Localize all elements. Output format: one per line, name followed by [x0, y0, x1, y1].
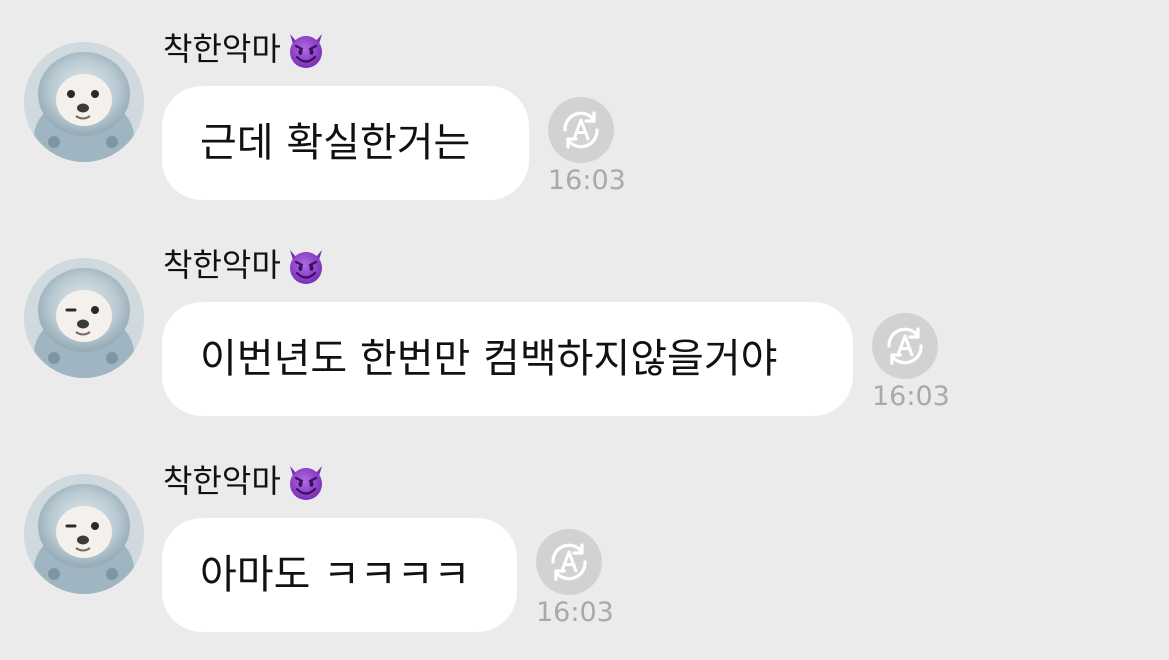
- chat-window: { "messages": [ { "sender": "착한악마", "sen…: [0, 0, 1169, 660]
- message-bubble[interactable]: 근데 확실한거는: [162, 86, 529, 200]
- avatar[interactable]: [24, 42, 144, 162]
- sender-name: 착한악마: [163, 246, 281, 284]
- auto-translate-icon: [536, 529, 602, 595]
- avatar[interactable]: [24, 474, 144, 594]
- auto-translate-button[interactable]: [548, 97, 614, 163]
- message-row: 착한악마 이번년도 한번만 컴백하지않을거야 16:03: [0, 216, 1169, 432]
- message-bubble[interactable]: 아마도 ㅋㅋㅋㅋ: [162, 518, 517, 632]
- dog-photo-icon: [24, 474, 144, 594]
- auto-translate-button[interactable]: [872, 313, 938, 379]
- auto-translate-button[interactable]: [536, 529, 602, 595]
- dog-photo-icon: [24, 42, 144, 162]
- message-time: 16:03: [872, 381, 950, 412]
- message-row: 착한악마 근데 확실한거는 16:03: [0, 0, 1169, 216]
- message-text: 근데 확실한거는: [200, 120, 471, 166]
- sender: 착한악마: [163, 26, 327, 72]
- message-text: 이번년도 한번만 컴백하지않을거야: [200, 336, 778, 382]
- avatar[interactable]: [24, 258, 144, 378]
- auto-translate-icon: [872, 313, 938, 379]
- message-text: 아마도 ㅋㅋㅋㅋ: [200, 552, 471, 598]
- smiling-devil-emoji-icon: [289, 34, 322, 68]
- sender: 착한악마: [163, 242, 327, 288]
- message-time: 16:03: [536, 597, 614, 628]
- auto-translate-icon: [548, 97, 614, 163]
- message-time: 16:03: [548, 165, 626, 196]
- sender-name: 착한악마: [163, 462, 281, 500]
- sender-name: 착한악마: [163, 30, 281, 68]
- smiling-devil-emoji-icon: [289, 250, 322, 284]
- smiling-devil-emoji-icon: [289, 466, 322, 500]
- dog-photo-icon: [24, 258, 144, 378]
- sender: 착한악마: [163, 458, 327, 504]
- message-bubble[interactable]: 이번년도 한번만 컴백하지않을거야: [162, 302, 853, 416]
- message-row: 착한악마 아마도 ㅋㅋㅋㅋ 16:03: [0, 432, 1169, 648]
